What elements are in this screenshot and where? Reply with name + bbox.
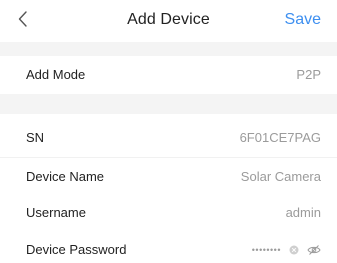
save-button[interactable]: Save <box>285 11 321 29</box>
sn-label: SN <box>26 130 45 145</box>
top-bar: Add Device Save <box>0 0 337 42</box>
add-mode-label: Add Mode <box>26 67 86 82</box>
device-name-label: Device Name <box>26 169 105 184</box>
add-mode-row[interactable]: Add Mode P2P <box>0 56 337 94</box>
username-label: Username <box>26 205 86 220</box>
section-divider <box>0 94 337 114</box>
username-row[interactable]: Username admin <box>0 194 337 232</box>
sn-row[interactable]: SN 6F01CE7PAG <box>0 119 337 157</box>
clear-circle-icon[interactable] <box>287 243 301 257</box>
device-name-value: Solar Camera <box>240 169 321 184</box>
eye-off-icon[interactable] <box>307 243 321 257</box>
device-password-row[interactable]: Device Password •••••••• <box>0 231 337 263</box>
password-field[interactable]: •••••••• <box>252 240 321 260</box>
password-value: •••••••• <box>251 244 281 255</box>
device-name-row[interactable]: Device Name Solar Camera <box>0 158 337 196</box>
add-device-screen: Add Device Save Add Mode P2P SN 6F01CE7P… <box>0 0 337 263</box>
sn-value: 6F01CE7PAG <box>239 130 321 145</box>
add-mode-value: P2P <box>296 67 321 82</box>
device-password-label: Device Password <box>26 242 127 257</box>
section-divider <box>0 42 337 56</box>
username-value: admin <box>285 205 321 220</box>
